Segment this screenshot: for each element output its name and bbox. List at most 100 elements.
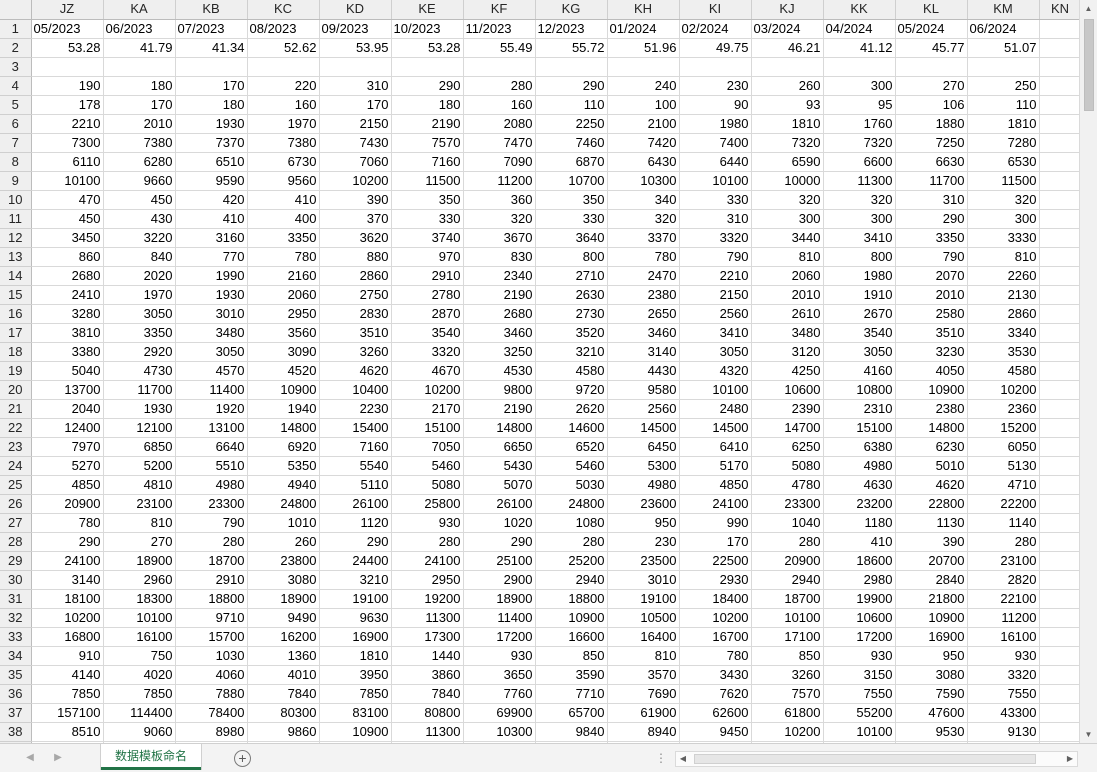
- cell[interactable]: [1039, 342, 1079, 362]
- cell[interactable]: 18900: [103, 551, 176, 571]
- cell[interactable]: 7160: [319, 437, 392, 457]
- cell[interactable]: 3450: [31, 228, 104, 248]
- cell[interactable]: 1980: [679, 114, 752, 134]
- cell[interactable]: 2630: [535, 285, 608, 305]
- cell[interactable]: 9580: [607, 380, 680, 400]
- cell[interactable]: 18100: [31, 589, 104, 609]
- cell[interactable]: 170: [175, 76, 248, 96]
- cell[interactable]: 62600: [679, 703, 752, 723]
- cell[interactable]: 17300: [391, 627, 464, 647]
- cell[interactable]: 55.49: [463, 38, 536, 58]
- cell[interactable]: 2950: [391, 570, 464, 590]
- cell[interactable]: 18700: [175, 551, 248, 571]
- cell[interactable]: 450: [103, 190, 176, 210]
- cell[interactable]: 4430: [607, 361, 680, 381]
- cell[interactable]: 23100: [967, 551, 1040, 571]
- cell[interactable]: [1039, 665, 1079, 685]
- column-header[interactable]: KJ: [751, 0, 824, 20]
- cell[interactable]: 4050: [895, 361, 968, 381]
- row-header[interactable]: 25: [0, 475, 32, 495]
- cell[interactable]: [1039, 570, 1079, 590]
- cell[interactable]: 19900: [823, 589, 896, 609]
- cell[interactable]: 7840: [391, 684, 464, 704]
- cell[interactable]: 23200: [823, 494, 896, 514]
- cell[interactable]: 840: [103, 247, 176, 267]
- cell[interactable]: 7760: [463, 684, 536, 704]
- cell[interactable]: 23800: [247, 551, 320, 571]
- cell[interactable]: 330: [535, 209, 608, 229]
- cell[interactable]: 3230: [895, 342, 968, 362]
- column-header[interactable]: JZ: [31, 0, 104, 20]
- cell[interactable]: 3350: [895, 228, 968, 248]
- cell[interactable]: 2080: [463, 114, 536, 134]
- cell[interactable]: 22200: [967, 494, 1040, 514]
- cell[interactable]: 10200: [679, 608, 752, 628]
- cell[interactable]: 4980: [175, 475, 248, 495]
- cell[interactable]: [1039, 38, 1079, 58]
- cell[interactable]: 11200: [463, 171, 536, 191]
- cell[interactable]: [1039, 627, 1079, 647]
- cell[interactable]: 6230: [895, 437, 968, 457]
- cell[interactable]: 1760: [823, 114, 896, 134]
- cell[interactable]: 1810: [751, 114, 824, 134]
- cell[interactable]: 2480: [679, 399, 752, 419]
- cell[interactable]: 53.95: [319, 38, 392, 58]
- cell[interactable]: 25200: [535, 551, 608, 571]
- cell[interactable]: 3210: [535, 342, 608, 362]
- cell[interactable]: 10900: [319, 722, 392, 742]
- cell[interactable]: 9060: [103, 722, 176, 742]
- cell[interactable]: 1080: [535, 513, 608, 533]
- cell[interactable]: [1039, 646, 1079, 666]
- cell[interactable]: [679, 57, 752, 77]
- cell[interactable]: 1810: [319, 646, 392, 666]
- cell[interactable]: 5170: [679, 456, 752, 476]
- cell[interactable]: 4520: [247, 361, 320, 381]
- spreadsheet-grid[interactable]: JZ KA KB KC KD KE KF KG KH KI KJ KK KL KM KN 1 05/2023 0…: [0, 0, 1079, 743]
- row-header[interactable]: 7: [0, 133, 32, 153]
- cell[interactable]: 3460: [463, 323, 536, 343]
- cell[interactable]: 24800: [535, 494, 608, 514]
- cell[interactable]: 11300: [391, 722, 464, 742]
- cell[interactable]: 17200: [463, 627, 536, 647]
- cell[interactable]: 9660: [103, 171, 176, 191]
- cell[interactable]: 69900: [463, 703, 536, 723]
- row-header[interactable]: 34: [0, 646, 32, 666]
- cell[interactable]: 23100: [103, 494, 176, 514]
- cell[interactable]: 6250: [751, 437, 824, 457]
- cell[interactable]: 2830: [319, 304, 392, 324]
- cell[interactable]: 03/2024: [751, 19, 824, 39]
- cell[interactable]: 780: [31, 513, 104, 533]
- cell[interactable]: 2730: [535, 304, 608, 324]
- cell[interactable]: 5080: [751, 456, 824, 476]
- cell[interactable]: 4620: [319, 361, 392, 381]
- cell[interactable]: 280: [751, 532, 824, 552]
- cell[interactable]: 6640: [175, 437, 248, 457]
- cell[interactable]: 470: [31, 190, 104, 210]
- cell[interactable]: 2130: [967, 285, 1040, 305]
- cell[interactable]: 4320: [679, 361, 752, 381]
- cell[interactable]: 7550: [967, 684, 1040, 704]
- row-header[interactable]: 36: [0, 684, 32, 704]
- cell[interactable]: 230: [679, 76, 752, 96]
- cell[interactable]: 10100: [103, 608, 176, 628]
- cell[interactable]: 41.12: [823, 38, 896, 58]
- cell[interactable]: 5070: [463, 475, 536, 495]
- cell[interactable]: 3950: [319, 665, 392, 685]
- cell[interactable]: 1810: [967, 114, 1040, 134]
- cell[interactable]: 2670: [823, 304, 896, 324]
- cell[interactable]: 11300: [823, 171, 896, 191]
- cell[interactable]: 18700: [751, 589, 824, 609]
- cell[interactable]: 180: [103, 76, 176, 96]
- cell[interactable]: 800: [823, 247, 896, 267]
- cell[interactable]: 2170: [391, 399, 464, 419]
- cell[interactable]: 310: [679, 209, 752, 229]
- cell[interactable]: 6920: [247, 437, 320, 457]
- cell[interactable]: 280: [175, 532, 248, 552]
- cell[interactable]: 15400: [319, 418, 392, 438]
- cell[interactable]: 65700: [535, 703, 608, 723]
- scroll-up-icon[interactable]: ▲: [1080, 0, 1097, 17]
- cell[interactable]: 21800: [895, 589, 968, 609]
- cell[interactable]: 9710: [175, 608, 248, 628]
- cell[interactable]: 300: [823, 76, 896, 96]
- cell[interactable]: 2750: [319, 285, 392, 305]
